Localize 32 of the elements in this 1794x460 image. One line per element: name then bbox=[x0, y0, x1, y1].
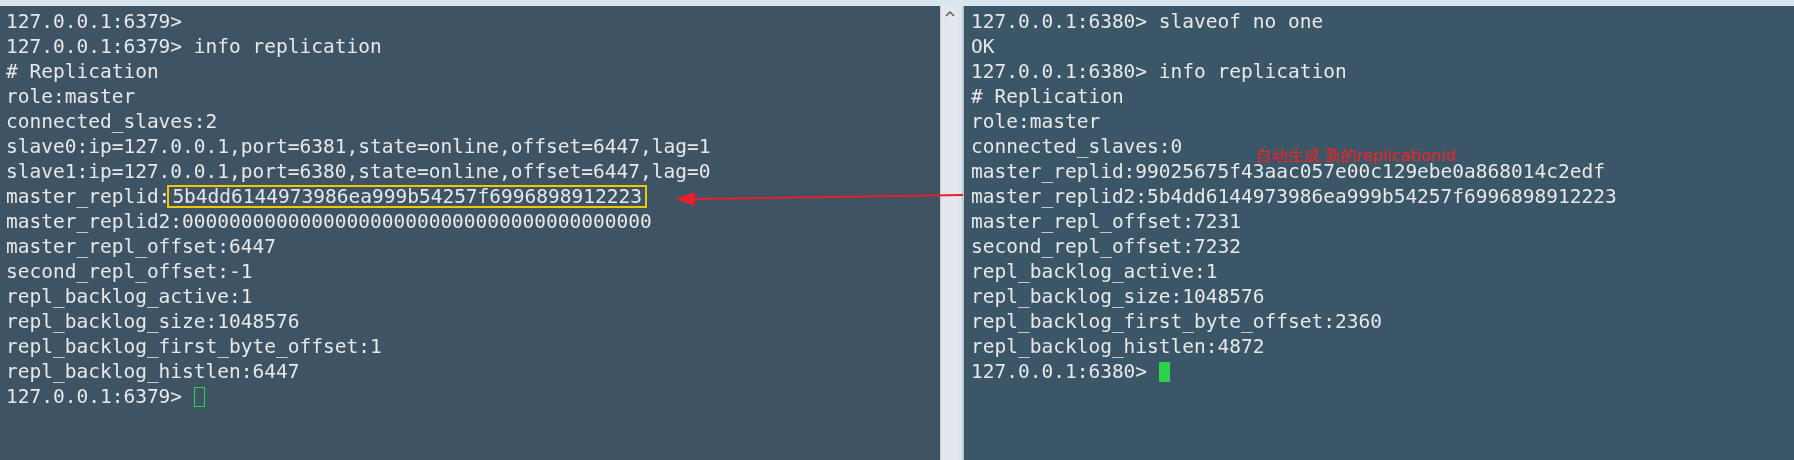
scroll-up-icon[interactable] bbox=[944, 11, 955, 17]
terminal-line: repl_backlog_first_byte_offset:2360 bbox=[971, 309, 1382, 334]
terminal-line: slave1:ip=127.0.0.1,port=6380,state=online,offset=6447,lag=0 bbox=[6, 159, 711, 184]
scrollbar[interactable] bbox=[940, 6, 958, 460]
terminal-line: repl_backlog_active:1 bbox=[6, 284, 253, 309]
terminal-line: 127.0.0.1:6379> info replication bbox=[6, 34, 382, 59]
terminal-line: repl_backlog_histlen:4872 bbox=[971, 334, 1265, 359]
highlighted-text: 5b4dd6144973986ea999b54257f6996898912223 bbox=[167, 185, 647, 208]
terminal-line: second_repl_offset:-1 bbox=[6, 259, 253, 284]
terminal-line: # Replication bbox=[6, 59, 159, 84]
terminal-line: 127.0.0.1:6380> info replication bbox=[971, 59, 1347, 84]
terminal-line: # Replication bbox=[971, 84, 1124, 109]
terminal-line: 127.0.0.1:6380> bbox=[971, 359, 1148, 384]
terminal-line: master_repl_offset:7231 bbox=[971, 209, 1242, 234]
terminal-line: master_repl_offset:6447 bbox=[6, 234, 277, 259]
terminal-line: repl_backlog_first_byte_offset:1 bbox=[6, 334, 382, 359]
terminal-line: OK bbox=[971, 34, 995, 59]
terminal-line: slave0:ip=127.0.0.1,port=6381,state=online,offset=6447,lag=1 bbox=[6, 134, 711, 159]
terminal-line: connected_slaves:0 bbox=[971, 134, 1183, 159]
terminal-line: repl_backlog_active:1 bbox=[971, 259, 1218, 284]
terminal-line: connected_slaves:2 bbox=[6, 109, 218, 134]
terminal-line: role:master bbox=[6, 84, 136, 109]
terminal-line: repl_backlog_size:1048576 bbox=[971, 284, 1265, 309]
terminal-line: role:master bbox=[971, 109, 1101, 134]
terminal-line: 127.0.0.1:6380> slaveof no one bbox=[971, 9, 1324, 34]
terminal-line: 127.0.0.1:6379> bbox=[6, 9, 183, 34]
terminal-line: master_replid2:0000000000000000000000000000000000000000 bbox=[6, 209, 652, 234]
terminal-line: 127.0.0.1:6379> bbox=[6, 384, 183, 409]
terminal-line: repl_backlog_histlen:6447 bbox=[6, 359, 300, 384]
terminal-line: repl_backlog_size:1048576 bbox=[6, 309, 300, 334]
terminal-line: second_repl_offset:7232 bbox=[971, 234, 1242, 259]
terminal-line: master_replid2:5b4dd6144973986ea999b54257f6996898912223 bbox=[971, 184, 1617, 209]
